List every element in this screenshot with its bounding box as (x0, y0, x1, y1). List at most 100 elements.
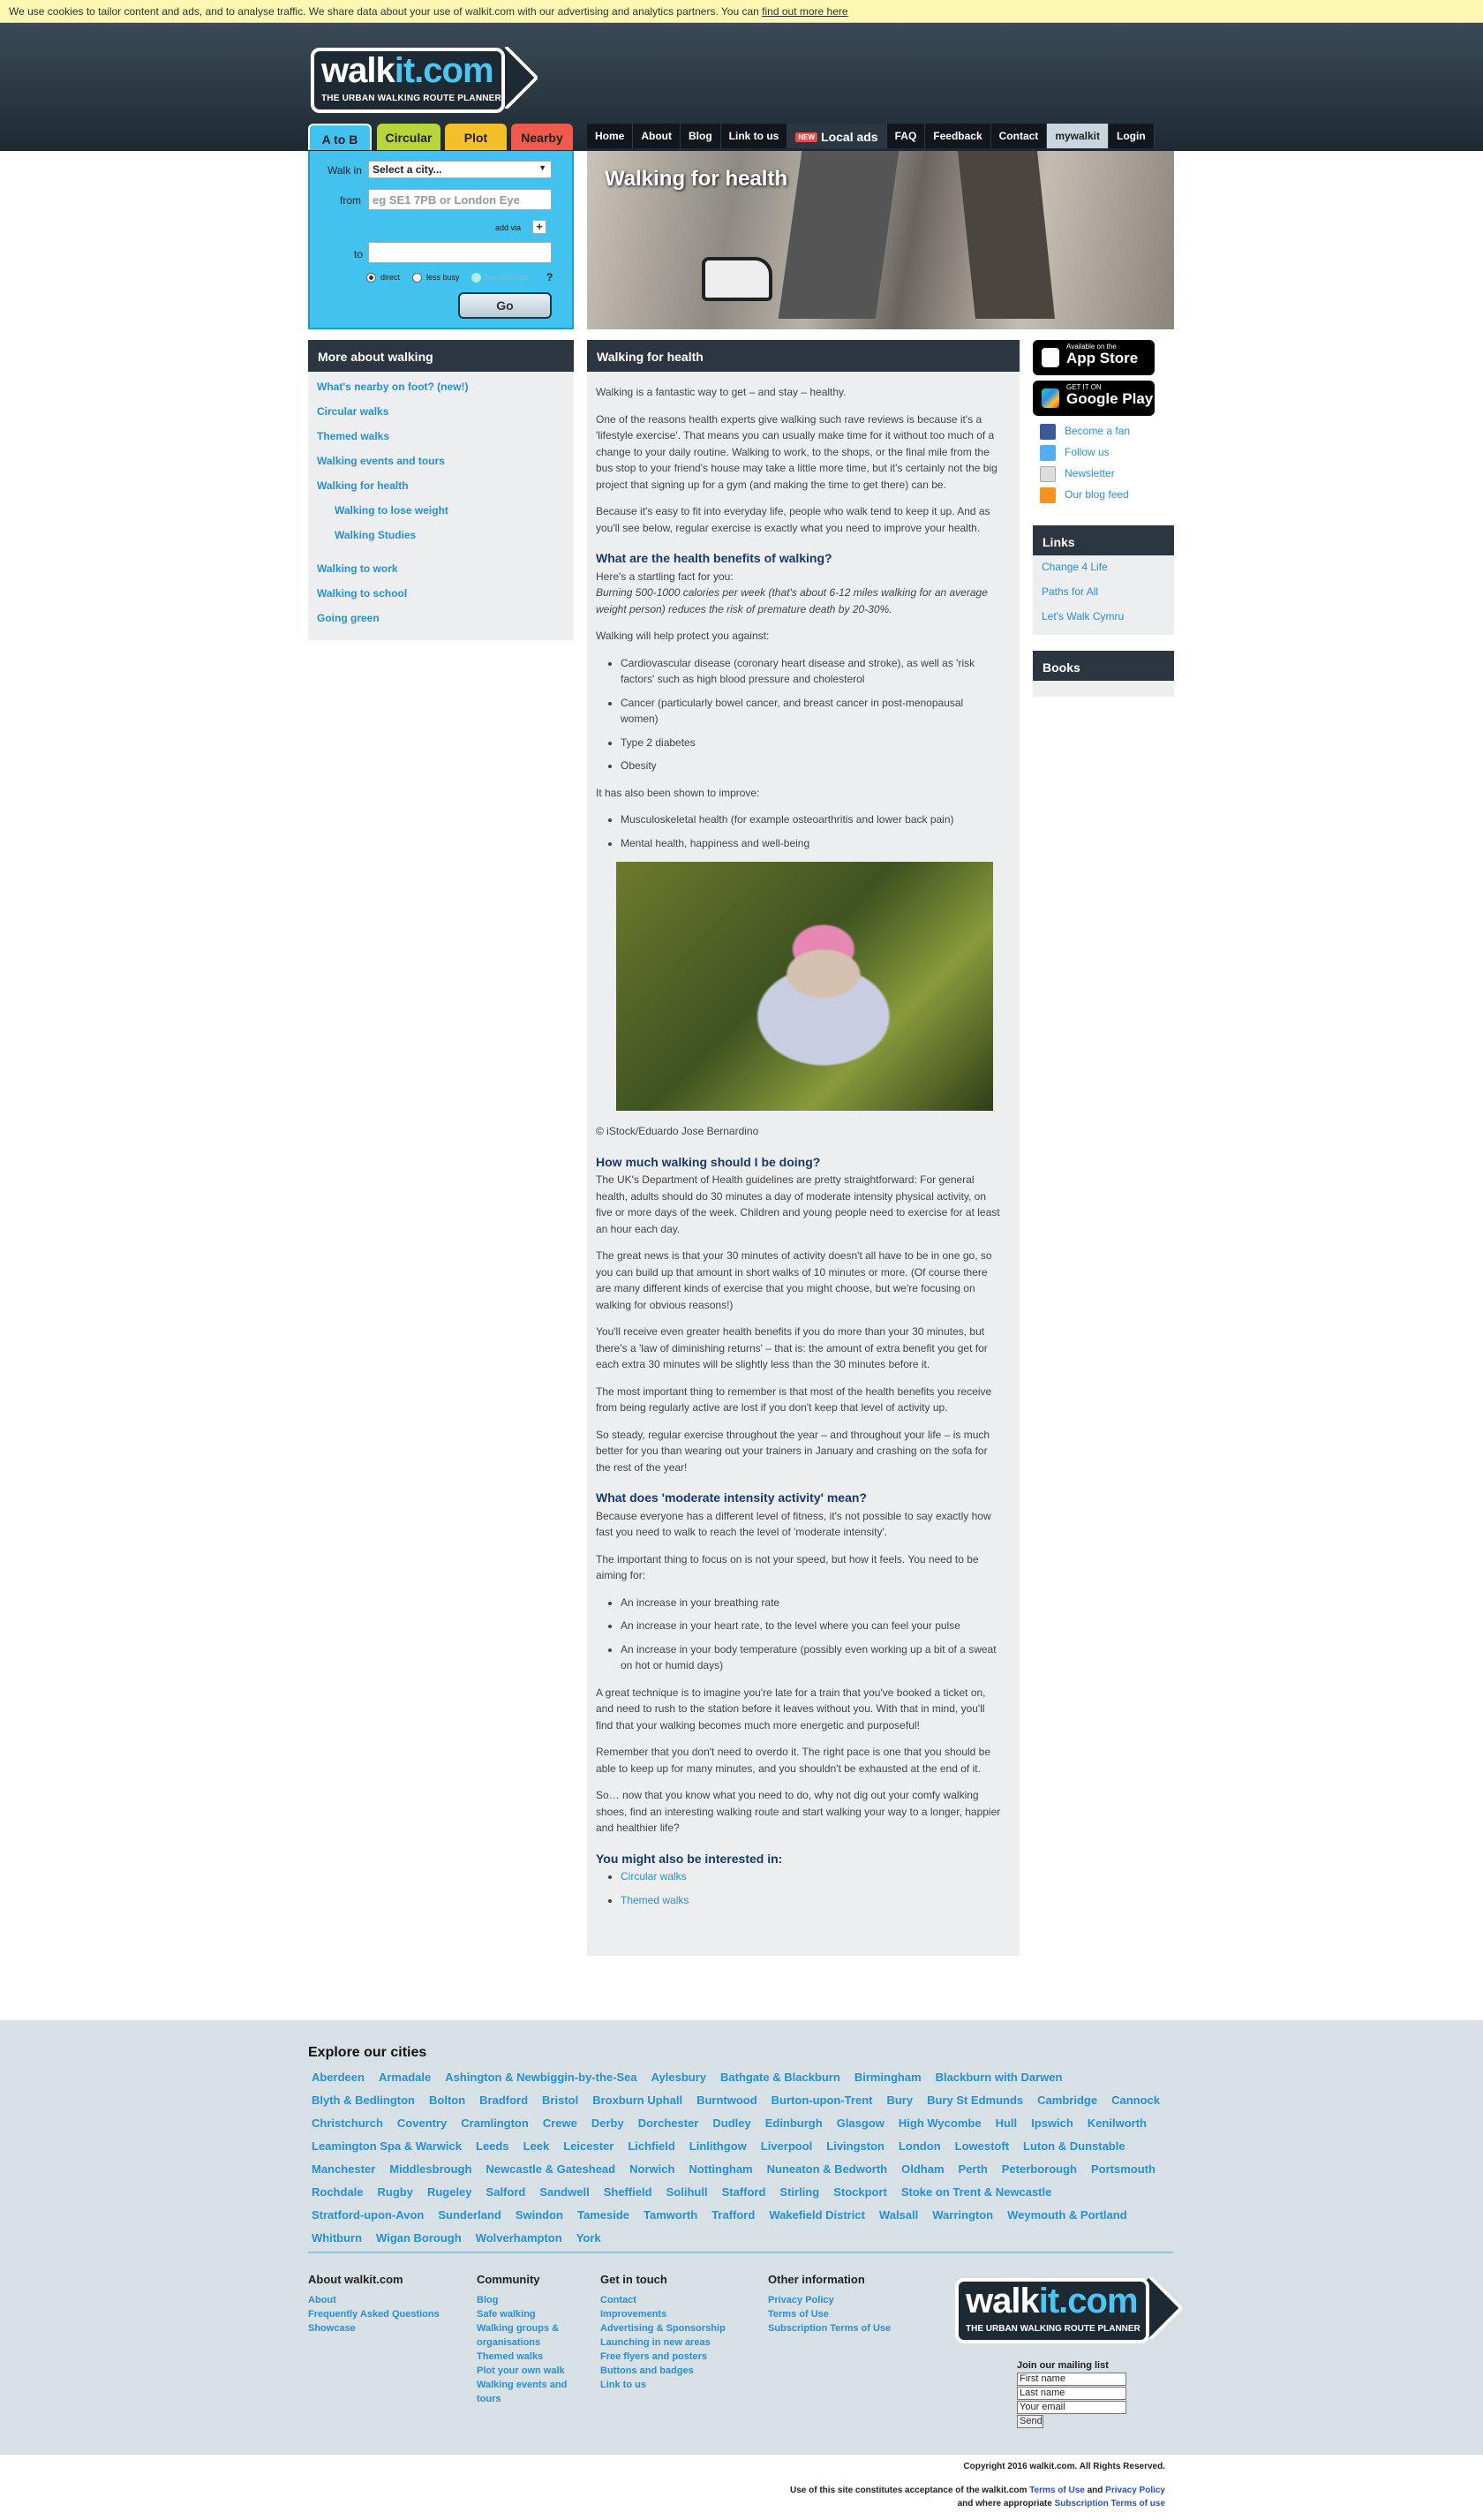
nav-mywalkit[interactable]: mywalkit (1047, 124, 1110, 148)
footer-link[interactable]: Showcase (308, 2321, 440, 2335)
city-link[interactable]: Armadale (379, 2066, 431, 2089)
nav-contact[interactable]: Contact (990, 124, 1048, 148)
city-link[interactable]: Nottingham (689, 2158, 752, 2181)
footer-link[interactable]: Themed walks (477, 2350, 583, 2364)
radio-direct[interactable] (366, 273, 376, 283)
tab-circular[interactable]: Circular (377, 124, 440, 150)
city-link[interactable]: Aylesbury (651, 2066, 706, 2089)
city-link[interactable]: Bradford (479, 2089, 528, 2112)
footer-link[interactable]: Buttons and badges (600, 2364, 726, 2378)
google-play-badge[interactable]: GET IT ON Google Play (1033, 381, 1155, 416)
facebook-link[interactable]: Become a fan (1033, 421, 1174, 442)
city-link[interactable]: Burntwood (696, 2089, 757, 2112)
first-name-input[interactable]: First name (1017, 2373, 1126, 2386)
footer-link[interactable]: Frequently Asked Questions (308, 2307, 440, 2321)
footer-link[interactable]: Subscription Terms of Use (768, 2321, 891, 2335)
city-link[interactable]: Bathgate & Blackburn (720, 2066, 840, 2089)
city-link[interactable]: Stockport (833, 2181, 887, 2204)
city-link[interactable]: Birmingham (854, 2066, 922, 2089)
city-link[interactable]: Burton-upon-Trent (772, 2089, 873, 2112)
city-link[interactable]: Bolton (429, 2089, 465, 2112)
site-logo[interactable]: walkit.com THE URBAN WALKING ROUTE PLANN… (311, 45, 539, 113)
city-link[interactable]: Stratford-upon-Avon (312, 2204, 424, 2227)
city-link[interactable]: Broxburn Uphall (592, 2089, 682, 2112)
city-link[interactable]: Ashington & Newbiggin-by-the-Sea (445, 2066, 636, 2089)
footer-link[interactable]: Walking groups & organisations (477, 2321, 583, 2350)
city-link[interactable]: Cambridge (1037, 2089, 1097, 2112)
terms-link[interactable]: Terms of Use (1029, 2486, 1085, 2495)
city-link[interactable]: High Wycombe (899, 2112, 982, 2135)
city-link[interactable]: Sandwell (539, 2181, 589, 2204)
city-link[interactable]: Stafford (722, 2181, 766, 2204)
sidebar-item-health[interactable]: Walking for health (317, 479, 409, 492)
city-link[interactable]: Bristol (542, 2089, 578, 2112)
nav-blog[interactable]: Blog (681, 124, 721, 148)
city-link[interactable]: Stoke on Trent & Newcastle (901, 2181, 1052, 2204)
footer-link[interactable]: About (308, 2293, 440, 2307)
city-link[interactable]: Weymouth & Portland (1007, 2204, 1127, 2227)
city-link[interactable]: Crewe (543, 2112, 577, 2135)
footer-logo[interactable]: walkit.com THE URBAN WALKING ROUTE PLANN… (955, 2275, 1184, 2343)
city-link[interactable]: Luton & Dunstable (1023, 2135, 1125, 2158)
city-link[interactable]: Leicester (563, 2135, 614, 2158)
city-link[interactable]: Nuneaton & Bedworth (767, 2158, 888, 2181)
city-link[interactable]: Norwich (629, 2158, 674, 2181)
city-link[interactable]: Leeds (476, 2135, 509, 2158)
email-input[interactable]: Your email (1017, 2401, 1126, 2414)
city-link[interactable]: Walsall (879, 2204, 918, 2227)
add-via-button[interactable]: + (532, 220, 546, 234)
link-change4life[interactable]: Change 4 Life (1033, 555, 1174, 580)
from-input[interactable]: eg SE1 7PB or London Eye (368, 189, 552, 210)
footer-link[interactable]: Improvements (600, 2307, 726, 2321)
city-link[interactable]: Bury (886, 2089, 913, 2112)
city-link[interactable]: Manchester (312, 2158, 375, 2181)
go-button[interactable]: Go (458, 292, 552, 319)
footer-link[interactable]: Safe walking (477, 2307, 583, 2321)
radio-low-pollution[interactable] (471, 273, 481, 283)
footer-link[interactable]: Launching in new areas (600, 2335, 726, 2350)
city-link[interactable]: Tamworth (644, 2204, 697, 2227)
sidebar-subitem-lose-weight[interactable]: Walking to lose weight (335, 504, 448, 517)
city-link[interactable]: Oldham (901, 2158, 944, 2181)
footer-link[interactable]: Blog (477, 2293, 583, 2307)
city-link[interactable]: Rugeley (427, 2181, 472, 2204)
sidebar-item-circular[interactable]: Circular walks (317, 405, 388, 418)
city-link[interactable]: Dorchester (638, 2112, 699, 2135)
nav-faq[interactable]: FAQ (886, 124, 926, 148)
sidebar-item-nearby[interactable]: What's nearby on foot? (new!) (317, 381, 469, 393)
to-input[interactable] (368, 242, 552, 263)
sidebar-item-themed[interactable]: Themed walks (317, 430, 389, 442)
city-link[interactable]: Derby (591, 2112, 624, 2135)
nav-about[interactable]: About (633, 124, 681, 148)
tab-plot[interactable]: Plot (445, 124, 507, 150)
city-link[interactable]: Dudley (712, 2112, 750, 2135)
city-link[interactable]: Tameside (577, 2204, 629, 2227)
footer-link[interactable]: Walking events and tours (477, 2378, 583, 2406)
city-link[interactable]: Aberdeen (312, 2066, 365, 2089)
footer-link[interactable]: Free flyers and posters (600, 2350, 726, 2364)
city-link[interactable]: Portsmouth (1091, 2158, 1156, 2181)
footer-link[interactable]: Terms of Use (768, 2307, 891, 2321)
sidebar-item-school[interactable]: Walking to school (317, 587, 407, 600)
app-store-badge[interactable]: Available on the App Store (1033, 340, 1155, 375)
send-button[interactable]: Send (1017, 2415, 1043, 2428)
radio-less-busy[interactable] (412, 273, 422, 283)
city-link[interactable]: Rugby (378, 2181, 413, 2204)
city-link[interactable]: Middlesbrough (389, 2158, 471, 2181)
newsletter-link[interactable]: Newsletter (1033, 464, 1174, 485)
city-link[interactable]: Linlithgow (689, 2135, 747, 2158)
city-link[interactable]: Peterborough (1002, 2158, 1077, 2181)
city-link[interactable]: Trafford (711, 2204, 755, 2227)
city-link[interactable]: Kenilworth (1088, 2112, 1147, 2135)
city-select[interactable]: Select a city... ▼ (368, 161, 552, 178)
city-link[interactable]: Cramlington (461, 2112, 529, 2135)
related-themed-link[interactable]: Themed walks (621, 1894, 689, 1906)
city-link[interactable]: Cannock (1111, 2089, 1160, 2112)
nav-feedback[interactable]: Feedback (925, 124, 991, 148)
city-link[interactable]: Solihull (666, 2181, 708, 2204)
nav-login[interactable]: Login (1109, 124, 1155, 148)
city-link[interactable]: London (899, 2135, 941, 2158)
city-link[interactable]: Swindon (516, 2204, 563, 2227)
city-link[interactable]: Sunderland (438, 2204, 501, 2227)
city-link[interactable]: Leamington Spa & Warwick (312, 2135, 462, 2158)
